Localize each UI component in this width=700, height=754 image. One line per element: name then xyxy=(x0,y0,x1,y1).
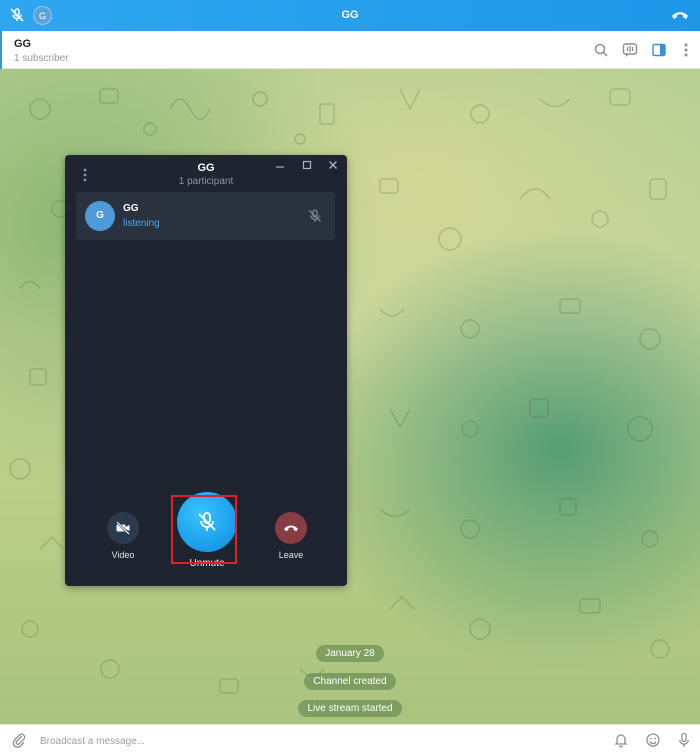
message-input[interactable] xyxy=(38,730,592,752)
participant-status: listening xyxy=(123,218,160,229)
participant-muted-mic-icon xyxy=(309,209,321,222)
video-off-icon xyxy=(116,521,130,535)
participant-name: GG xyxy=(123,203,139,214)
service-message: Live stream started xyxy=(0,700,700,717)
more-options-icon[interactable] xyxy=(678,42,694,58)
voice-chat-icon[interactable] xyxy=(622,42,638,58)
unmute-mic-icon xyxy=(198,512,216,531)
date-pill: January 28 xyxy=(316,645,384,662)
voice-chat-window[interactable]: GG 1 participant G GG listening Video Un… xyxy=(65,155,347,586)
microphone-icon[interactable] xyxy=(676,732,692,748)
chat-name[interactable]: GG xyxy=(14,38,31,50)
close-icon[interactable] xyxy=(327,159,339,171)
leave-button[interactable]: Leave xyxy=(263,512,319,560)
message-composer[interactable] xyxy=(0,724,700,754)
video-button-circle[interactable] xyxy=(107,512,139,544)
attach-icon[interactable] xyxy=(11,732,27,748)
video-button[interactable]: Video xyxy=(95,512,151,560)
live-stream-started-pill[interactable]: Live stream started xyxy=(298,700,402,717)
notification-bell-icon[interactable] xyxy=(613,732,629,748)
leave-button-circle[interactable] xyxy=(275,512,307,544)
leave-label: Leave xyxy=(278,550,304,560)
unmute-label: Unmute xyxy=(189,558,225,569)
participant-count: 1 participant xyxy=(178,176,234,187)
hang-up-icon xyxy=(284,525,298,532)
unmute-button-circle[interactable] xyxy=(177,492,237,552)
channel-created-pill: Channel created xyxy=(304,673,396,690)
search-icon[interactable] xyxy=(593,42,609,58)
hang-up-icon[interactable] xyxy=(670,8,690,22)
service-message: Channel created xyxy=(0,673,700,690)
call-bar[interactable]: G GG xyxy=(0,0,700,31)
unmute-button[interactable]: Unmute xyxy=(172,492,242,569)
participant-avatar: G xyxy=(85,201,115,231)
minimize-icon[interactable] xyxy=(274,159,286,171)
participant-row[interactable]: G GG listening xyxy=(76,192,335,240)
sidebar-toggle-icon[interactable] xyxy=(651,42,667,58)
maximize-icon[interactable] xyxy=(301,159,313,171)
emoji-icon[interactable] xyxy=(645,732,661,748)
service-message: January 28 xyxy=(0,645,700,662)
chat-header[interactable]: GG 1 subscriber xyxy=(0,31,700,69)
chat-header-accent xyxy=(0,31,2,69)
chat-subtitle: 1 subscriber xyxy=(14,53,69,64)
video-label: Video xyxy=(111,550,135,560)
call-title[interactable]: GG xyxy=(0,9,700,21)
